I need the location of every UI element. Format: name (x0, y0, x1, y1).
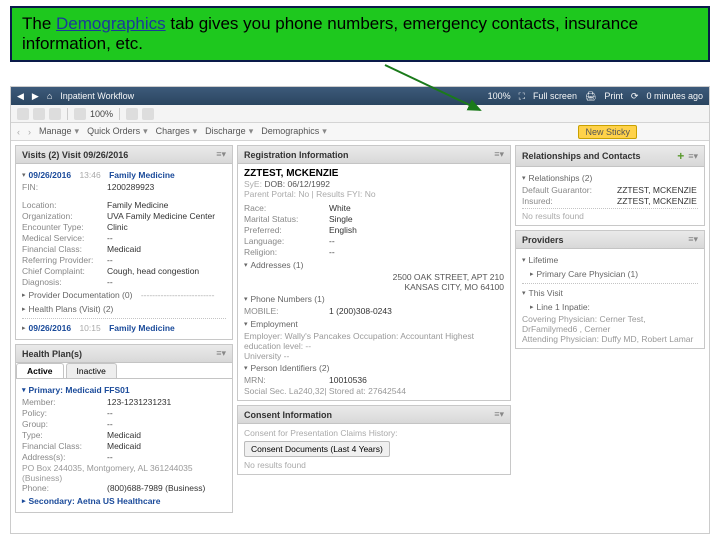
covering-line: Covering Physician: Cerner Test, DrFamil… (522, 314, 698, 334)
rel-menu-icon[interactable]: ≡▾ (688, 151, 698, 162)
addresses-sub[interactable]: Addresses (1) (244, 258, 504, 272)
tool-icon-3[interactable] (49, 108, 61, 120)
lifetime-sub[interactable]: Lifetime (522, 253, 698, 267)
flag-icon[interactable] (645, 125, 659, 139)
person-icon[interactable] (689, 125, 703, 139)
hp-address-line: PO Box 244035, Montgomery, AL 361244035 … (22, 463, 226, 483)
tool-icon-2[interactable] (33, 108, 45, 120)
workflow-tabbar: ‹ › Manage Quick Orders Charges Discharg… (11, 123, 709, 141)
titlebar: ◀ ▶ ⌂ Inpatient Workflow 100% ⛶ Full scr… (11, 87, 709, 105)
secondary-plan[interactable]: Secondary: Aetna US Healthcare (22, 494, 226, 508)
fullscreen-icon[interactable]: ⛶ (519, 91, 525, 102)
employment-line: Employer: Wally's Pancakes Occupation: A… (244, 331, 504, 351)
icon-toolbar: 100% (11, 105, 709, 123)
tab-charges[interactable]: Charges (156, 126, 198, 137)
primary-plan[interactable]: Primary: Medicaid FFS01 (22, 383, 226, 397)
forward-icon[interactable]: ▶ (32, 91, 39, 102)
provider-doc-sub[interactable]: Provider Documentation (0) -------------… (22, 288, 226, 302)
person-identifiers-sub[interactable]: Person Identifiers (2) (244, 361, 504, 375)
registration-panel: Registration Information ≡▾ ZZTEST, MCKE… (237, 145, 511, 401)
add-relationship-icon[interactable]: + (677, 149, 684, 163)
this-visit-sub[interactable]: This Visit (522, 286, 698, 300)
tabbar-chevron-right[interactable]: › (28, 127, 31, 137)
rel-no-results: No results found (522, 211, 698, 221)
callout-text: The Demographics tab gives you phone num… (22, 14, 638, 53)
phones-sub[interactable]: Phone Numbers (1) (244, 292, 504, 306)
tab-active-plans[interactable]: Active (16, 363, 64, 378)
tool-icon-4[interactable] (74, 108, 86, 120)
consent-sub: Consent for Presentation Claims History: (244, 428, 504, 438)
toolbar-zoom[interactable]: 100% (90, 109, 113, 119)
consent-no-results: No results found (244, 460, 504, 470)
university-line: University -- (244, 351, 504, 361)
callout-arrow (380, 60, 500, 120)
hp-menu-icon[interactable]: ≡▾ (216, 348, 226, 359)
health-plans-sub[interactable]: Health Plans (Visit) (2) (22, 302, 226, 316)
tabbar-chevron-left[interactable]: ‹ (17, 127, 20, 137)
address-line2: KANSAS CITY, MO 64100 (244, 282, 504, 292)
providers-panel: Providers ≡▾ Lifetime Primary Care Physi… (515, 230, 705, 349)
visit-2-header[interactable]: 09/26/2016 10:15 Family Medicine (22, 321, 226, 335)
tool-icon-5[interactable] (126, 108, 138, 120)
consent-documents-button[interactable]: Consent Documents (Last 4 Years) (244, 441, 390, 457)
app-shell: ◀ ▶ ⌂ Inpatient Workflow 100% ⛶ Full scr… (10, 86, 710, 534)
callout-demographics-word: Demographics (56, 14, 166, 33)
home-icon[interactable]: ⌂ (47, 91, 52, 101)
health-plan-panel: Health Plan(s) ≡▾ Active Inactive Primar… (15, 344, 233, 513)
relationships-panel: Relationships and Contacts + ≡▾ Relation… (515, 145, 705, 226)
portal-line: Parent Portal: No | Results FYI: No (244, 189, 504, 199)
health-plan-head: Health Plan(s) (22, 349, 82, 359)
tab-demographics[interactable]: Demographics (261, 126, 327, 137)
pcp-sub[interactable]: Primary Care Physician (1) (530, 267, 698, 281)
tab-inactive-plans[interactable]: Inactive (66, 363, 117, 378)
employment-sub[interactable]: Employment (244, 317, 504, 331)
registration-head: Registration Information (244, 150, 349, 160)
tab-discharge[interactable]: Discharge (205, 126, 253, 137)
tab-quick-orders[interactable]: Quick Orders (87, 126, 148, 137)
callout-pre: The (22, 14, 56, 33)
relationships-sub[interactable]: Relationships (2) (522, 171, 698, 185)
prov-menu-icon[interactable]: ≡▾ (688, 234, 698, 245)
attending-line: Attending Physician: Duffy MD, Robert La… (522, 334, 698, 344)
back-icon[interactable]: ◀ (17, 91, 24, 102)
print-icon[interactable]: 🖨 (585, 91, 596, 102)
consent-panel: Consent Information ≡▾ Consent for Prese… (237, 405, 511, 475)
consent-menu-icon[interactable]: ≡▾ (494, 409, 504, 420)
relationships-head: Relationships and Contacts (522, 151, 641, 161)
tab-manage[interactable]: Manage (39, 126, 79, 137)
consent-head: Consent Information (244, 410, 332, 420)
lifetime2-sub[interactable]: Line 1 Inpatie: (530, 300, 698, 314)
visits-panel: Visits (2) Visit 09/26/2016 ≡▾ 09/26/201… (15, 145, 233, 340)
tool-icon-1[interactable] (17, 108, 29, 120)
visits-head[interactable]: Visits (2) Visit 09/26/2016 (22, 150, 128, 160)
providers-head: Providers (522, 235, 564, 245)
address-line1: 2500 OAK STREET, APT 210 (244, 272, 504, 282)
tag-icon[interactable] (667, 125, 681, 139)
patient-name: ZZTEST, MCKENZIE (244, 168, 504, 179)
reg-menu-icon[interactable]: ≡▾ (494, 149, 504, 160)
print-label[interactable]: Print (604, 91, 623, 101)
workflow-title[interactable]: Inpatient Workflow (60, 91, 134, 101)
ssn-line: Social Sec. La240,32| Stored at: 2764254… (244, 386, 504, 396)
visits-menu-icon[interactable]: ≡▾ (216, 149, 226, 160)
instruction-callout: The Demographics tab gives you phone num… (10, 6, 710, 62)
fullscreen-label[interactable]: Full screen (533, 91, 577, 101)
refresh-icon[interactable]: ⟳ (631, 91, 639, 102)
elapsed-label: 0 minutes ago (646, 91, 703, 101)
new-sticky-button[interactable]: New Sticky (578, 125, 637, 139)
visit-1-header[interactable]: 09/26/2016 13:46 Family Medicine (22, 168, 226, 182)
tool-icon-6[interactable] (142, 108, 154, 120)
